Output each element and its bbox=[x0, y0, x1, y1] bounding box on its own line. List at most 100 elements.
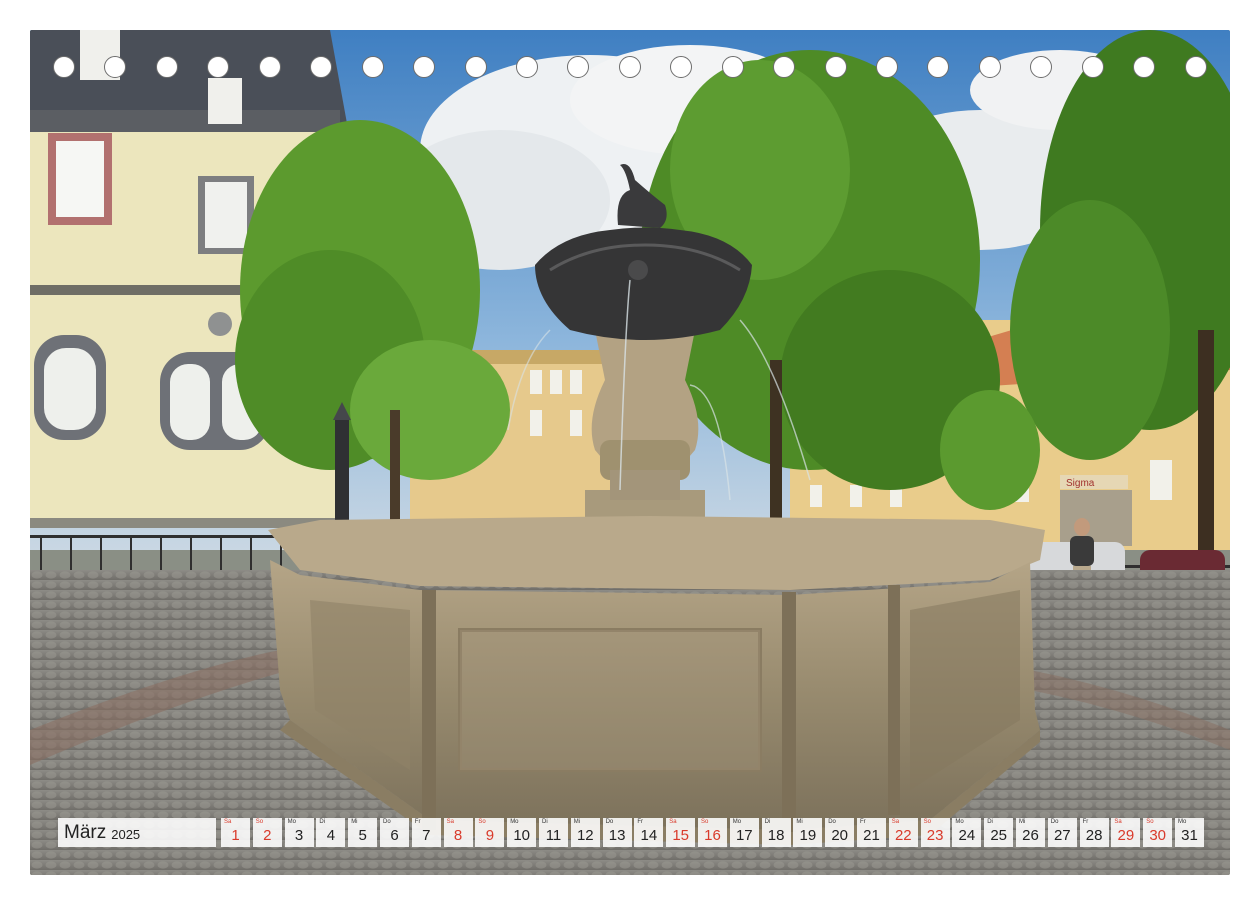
day-weekday: Sa bbox=[891, 819, 900, 825]
binding-hole bbox=[619, 56, 641, 78]
binding-hole bbox=[1133, 56, 1155, 78]
month-label: März 2025 bbox=[58, 818, 216, 847]
day-number: 25 bbox=[990, 827, 1008, 844]
day-weekday: Sa bbox=[446, 819, 454, 825]
month-name: März bbox=[64, 821, 107, 843]
day-weekday: Sa bbox=[224, 819, 232, 825]
day-number: 28 bbox=[1085, 827, 1103, 844]
day-number: 27 bbox=[1053, 827, 1071, 844]
binding-hole bbox=[979, 56, 1001, 78]
day-number: 16 bbox=[704, 827, 721, 844]
calendar-day: Di 18 bbox=[761, 818, 791, 847]
day-number: 29 bbox=[1117, 827, 1135, 844]
day-weekday: So bbox=[701, 819, 709, 825]
day-number: 5 bbox=[358, 827, 367, 844]
day-number: 8 bbox=[453, 827, 463, 844]
day-weekday: Fr bbox=[414, 819, 421, 825]
day-number: 22 bbox=[894, 827, 912, 844]
day-weekday: Mo bbox=[510, 819, 519, 825]
day-weekday: Sa bbox=[1114, 819, 1122, 825]
day-weekday: Di bbox=[987, 819, 993, 825]
calendar-day: Di 4 bbox=[316, 818, 346, 847]
binding-hole bbox=[1030, 56, 1052, 78]
binding-hole bbox=[259, 56, 281, 78]
day-number: 19 bbox=[799, 827, 817, 844]
day-number: 3 bbox=[294, 827, 304, 844]
binding-hole bbox=[670, 56, 692, 78]
day-number: 17 bbox=[735, 827, 753, 844]
binding-hole bbox=[156, 56, 178, 78]
calendar-day: So 9 bbox=[475, 818, 505, 847]
day-weekday: Mi bbox=[1019, 819, 1026, 825]
day-number: 2 bbox=[263, 827, 272, 844]
day-number: 23 bbox=[926, 827, 944, 844]
calendar-day: Mi 26 bbox=[1016, 818, 1045, 847]
day-weekday: So bbox=[923, 819, 931, 825]
day-number: 10 bbox=[513, 827, 531, 844]
day-weekday: Do bbox=[605, 819, 614, 825]
calendar-day: Fr 28 bbox=[1079, 818, 1109, 847]
day-weekday: Mo bbox=[955, 819, 964, 825]
calendar-day: Mi 5 bbox=[348, 818, 378, 847]
day-number: 11 bbox=[545, 827, 562, 844]
day-number: 1 bbox=[231, 827, 240, 844]
calendar-strip: März 2025 Sa 1 So 2 Mo 3 Di 4 Mi 5 Do 6 Fr 7 Sa 8 So 9 Mo 1… bbox=[58, 818, 1204, 848]
binding-hole bbox=[310, 56, 332, 78]
day-number: 4 bbox=[326, 827, 336, 844]
binding-hole bbox=[927, 56, 949, 78]
day-number: 14 bbox=[640, 827, 658, 844]
day-weekday: Do bbox=[1050, 819, 1059, 825]
day-number: 12 bbox=[576, 827, 594, 844]
day-weekday: Do bbox=[828, 819, 836, 825]
fountain-scene: Sigma bbox=[30, 30, 1230, 875]
binding-hole bbox=[413, 56, 435, 78]
day-number: 6 bbox=[390, 827, 399, 844]
day-number: 24 bbox=[958, 827, 976, 844]
calendar-day: Do 20 bbox=[825, 818, 855, 847]
calendar-day: Di 25 bbox=[984, 818, 1014, 847]
binding-hole bbox=[773, 56, 795, 78]
day-weekday: Di bbox=[764, 819, 771, 825]
calendar-day: So 23 bbox=[920, 818, 950, 847]
day-weekday: So bbox=[1146, 819, 1154, 825]
day-weekday: Di bbox=[319, 819, 326, 825]
calendar-day: Sa 22 bbox=[888, 818, 918, 847]
year: 2025 bbox=[111, 827, 141, 842]
binding-hole bbox=[207, 56, 229, 78]
day-number: 13 bbox=[608, 827, 626, 844]
day-number: 20 bbox=[831, 827, 849, 844]
calendar-day: Sa 15 bbox=[666, 818, 696, 847]
calendar-day: So 30 bbox=[1143, 818, 1173, 847]
calendar-day: Mo 10 bbox=[507, 818, 537, 847]
day-number: 31 bbox=[1181, 827, 1198, 844]
day-number: 21 bbox=[863, 827, 880, 844]
calendar-day: Fr 21 bbox=[857, 818, 886, 847]
day-number: 15 bbox=[672, 827, 690, 844]
day-weekday: Mo bbox=[287, 819, 296, 825]
calendar-day: Sa 1 bbox=[221, 818, 250, 847]
binding-hole bbox=[825, 56, 847, 78]
calendar-day: Do 6 bbox=[380, 818, 409, 847]
day-weekday: Mo bbox=[732, 819, 742, 825]
calendar-day: Mo 31 bbox=[1175, 818, 1204, 847]
day-weekday: So bbox=[478, 819, 486, 825]
binding-hole bbox=[53, 56, 75, 78]
day-weekday: Mo bbox=[1178, 819, 1187, 825]
calendar-day: Fr 7 bbox=[411, 818, 441, 847]
calendar-day: Mo 17 bbox=[729, 818, 759, 847]
day-number: 26 bbox=[1022, 827, 1039, 844]
binding-hole bbox=[362, 56, 384, 78]
shop-sign: Sigma bbox=[1066, 478, 1095, 489]
day-weekday: Sa bbox=[669, 819, 677, 825]
binding-hole bbox=[1185, 56, 1207, 78]
day-number: 18 bbox=[767, 827, 785, 844]
binding-hole bbox=[1082, 56, 1104, 78]
day-weekday: Fr bbox=[1082, 819, 1089, 825]
day-weekday: Fr bbox=[637, 819, 644, 825]
calendar-day: Mo 24 bbox=[952, 818, 982, 847]
binding-hole bbox=[722, 56, 744, 78]
calendar-day: Sa 29 bbox=[1111, 818, 1141, 847]
binding-hole bbox=[567, 56, 589, 78]
day-number: 7 bbox=[422, 827, 431, 844]
day-weekday: Mi bbox=[573, 819, 581, 825]
